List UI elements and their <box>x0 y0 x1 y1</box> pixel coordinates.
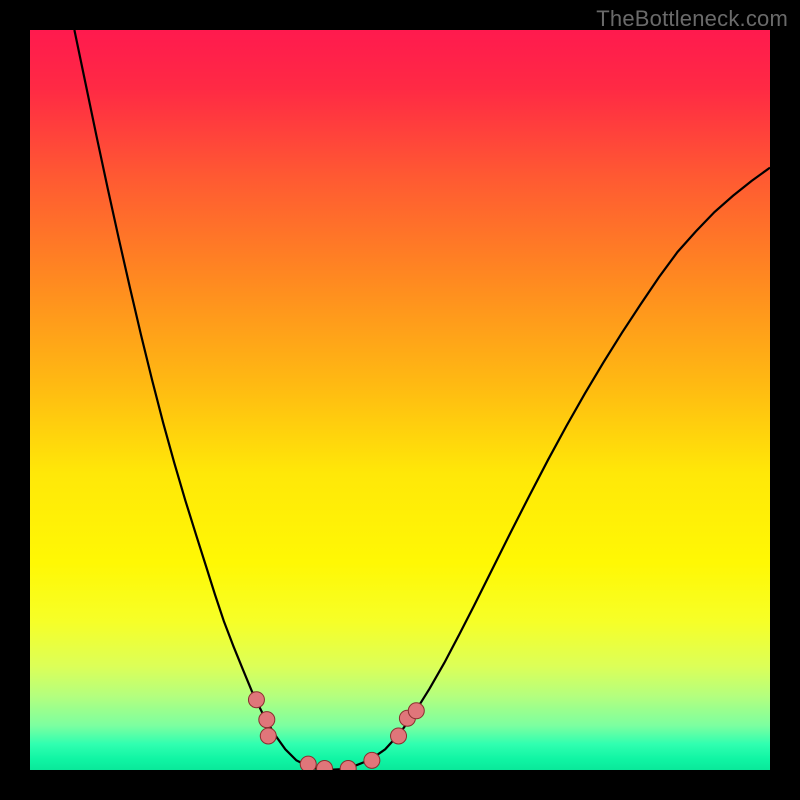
outer-frame: TheBottleneck.com <box>0 0 800 800</box>
chart-plot <box>30 30 770 770</box>
marker-dot <box>408 703 424 719</box>
marker-dot <box>248 692 264 708</box>
marker-dot <box>364 752 380 768</box>
marker-dot <box>300 756 316 770</box>
watermark-text: TheBottleneck.com <box>596 6 788 32</box>
marker-dot <box>259 712 275 728</box>
chart-background <box>30 30 770 770</box>
marker-dot <box>260 728 276 744</box>
marker-dot <box>391 728 407 744</box>
